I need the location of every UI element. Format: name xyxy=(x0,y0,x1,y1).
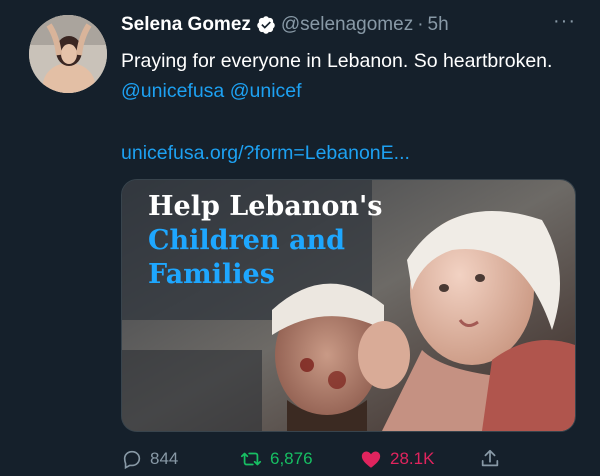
avatar[interactable] xyxy=(29,15,107,93)
share-button[interactable] xyxy=(479,448,508,470)
share-icon xyxy=(481,449,499,467)
retweet-count: 6,876 xyxy=(270,449,313,468)
author-name[interactable]: Selena Gomez xyxy=(121,12,251,38)
tweet-body: Praying for everyone in Lebanon. So hear… xyxy=(121,50,553,72)
heart-icon xyxy=(361,451,381,468)
tweet-timestamp[interactable]: 5h xyxy=(428,12,449,38)
tweet-text: Praying for everyone in Lebanon. So hear… xyxy=(121,46,581,106)
card-line-3: Families xyxy=(148,259,275,290)
mention-unicef[interactable]: @unicef xyxy=(230,80,302,102)
like-button[interactable]: 28.1K xyxy=(359,448,434,470)
action-bar: 844 6,876 28.1K xyxy=(121,448,581,476)
author-handle[interactable]: @selenagomez xyxy=(281,12,413,38)
more-icon[interactable]: ··· xyxy=(553,11,576,31)
tweet-header: Selena Gomez @selenagomez · 5h xyxy=(121,12,449,38)
tweet-link[interactable]: unicefusa.org/?form=LebanonE... xyxy=(121,140,410,166)
reply-button[interactable]: 844 xyxy=(121,448,178,470)
avatar-photo xyxy=(29,15,107,93)
mention-unicefusa[interactable]: @unicefusa xyxy=(121,80,224,102)
card-line-1: Help Lebanon's xyxy=(148,191,383,222)
reply-icon xyxy=(123,450,141,470)
card-headline: Help Lebanon's Children and Families xyxy=(148,190,383,292)
retweet-button[interactable]: 6,876 xyxy=(239,448,313,470)
link-card[interactable]: Help Lebanon's Children and Families xyxy=(121,179,576,432)
retweet-icon xyxy=(240,452,262,466)
verified-badge-icon xyxy=(256,15,276,35)
separator-dot: · xyxy=(417,14,424,35)
like-count: 28.1K xyxy=(390,449,435,468)
reply-count: 844 xyxy=(150,449,179,468)
card-line-2: Children and xyxy=(148,225,345,256)
